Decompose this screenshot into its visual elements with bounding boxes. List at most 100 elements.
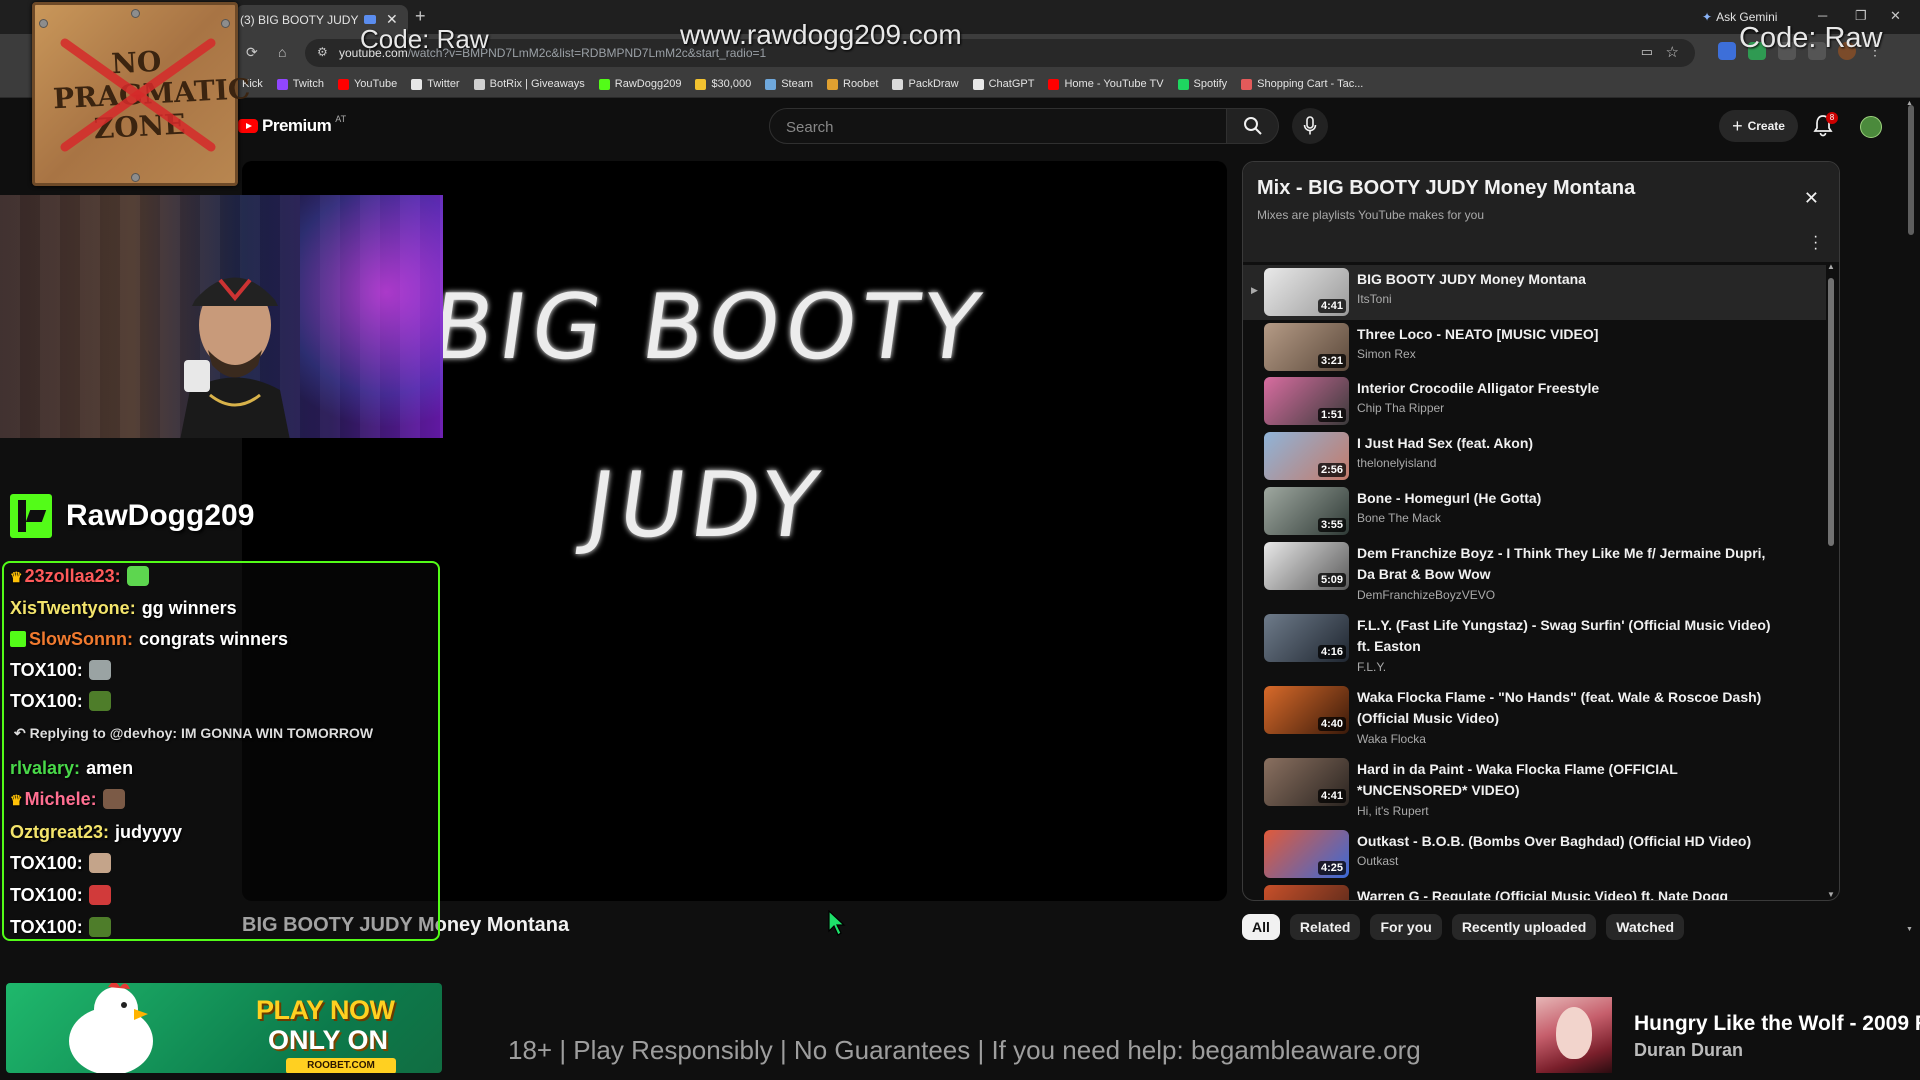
playlist-scroll-up-icon[interactable]: ▲ bbox=[1827, 262, 1835, 271]
bookmark-star-icon[interactable]: ☆ bbox=[1666, 43, 1679, 61]
playlist-item-channel[interactable]: Hi, it's Rupert bbox=[1357, 804, 1429, 818]
playlist-scroll-down-icon[interactable]: ▼ bbox=[1827, 890, 1835, 899]
bookmark-label: RawDogg209 bbox=[614, 78, 682, 90]
playlist-item-channel[interactable]: Outkast bbox=[1357, 854, 1398, 868]
playlist-item-title[interactable]: F.L.Y. (Fast Life Yungstaz) - Swag Surfi… bbox=[1357, 615, 1787, 657]
playlist-item-channel[interactable]: Simon Rex bbox=[1357, 347, 1416, 361]
reload-icon[interactable]: ⟳ bbox=[246, 44, 258, 61]
playlist-item-thumbnail[interactable]: 4:25 bbox=[1264, 830, 1349, 878]
playlist-item-thumbnail[interactable]: 4:40 bbox=[1264, 686, 1349, 734]
bookmark-item[interactable]: Shopping Cart - Tac... bbox=[1241, 78, 1363, 90]
playlist-more-icon[interactable]: · · · bbox=[1813, 229, 1818, 257]
playlist-item-thumbnail[interactable]: 3:55 bbox=[1264, 487, 1349, 535]
playlist-item-thumbnail[interactable]: 4:16 bbox=[1264, 614, 1349, 662]
playlist-item[interactable]: ▶ 4:41 BIG BOOTY JUDY Money Montana ItsToni bbox=[1243, 265, 1826, 320]
bookmark-item[interactable]: Home - YouTube TV bbox=[1048, 78, 1164, 90]
playlist-item-title[interactable]: Waka Flocka Flame - "No Hands" (feat. Wa… bbox=[1357, 687, 1787, 729]
close-playlist-icon[interactable]: ✕ bbox=[1804, 188, 1819, 209]
playlist-item-channel[interactable]: DemFranchizeBoyzVEVO bbox=[1357, 588, 1495, 602]
bookmark-label: $30,000 bbox=[711, 78, 752, 90]
playlist-item[interactable]: 3:21 Three Loco - NEATO [MUSIC VIDEO] Simo… bbox=[1243, 320, 1826, 375]
site-info-icon[interactable]: ⚙ bbox=[317, 45, 328, 59]
bookmark-item[interactable]: $30,000 bbox=[695, 78, 751, 90]
playlist-item-title[interactable]: BIG BOOTY JUDY Money Montana bbox=[1357, 269, 1787, 290]
playlist-title[interactable]: Mix - BIG BOOTY JUDY Money Montana bbox=[1257, 177, 1635, 200]
playlist-item-thumbnail[interactable]: 4:41 bbox=[1264, 758, 1349, 806]
playlist-item-thumbnail[interactable]: 3:21 bbox=[1264, 323, 1349, 371]
playlist-item-channel[interactable]: Chip Tha Ripper bbox=[1357, 401, 1444, 415]
youtube-logo[interactable]: Premium AT bbox=[238, 114, 346, 136]
address-bar[interactable]: ⚙ youtube.com/watch?v=BMPND7LmM2c&list=R… bbox=[305, 39, 1695, 67]
bookmark-item[interactable]: Roobet bbox=[827, 78, 878, 90]
playlist-item-thumbnail[interactable]: 1:51 bbox=[1264, 377, 1349, 425]
playlist-item-thumbnail[interactable]: 2:56 bbox=[1264, 432, 1349, 480]
bookmark-item[interactable]: ChatGPT bbox=[972, 78, 1034, 90]
chat-username: TOX100: bbox=[10, 917, 83, 937]
playlist-item[interactable]: 1:51 Interior Crocodile Alligator Freesty… bbox=[1243, 374, 1826, 429]
bookmark-item[interactable]: RawDogg209 bbox=[598, 78, 682, 90]
playlist-item[interactable]: 5:09 Dem Franchize Boyz - I Think They Li… bbox=[1243, 539, 1826, 611]
bookmark-label: YouTube bbox=[353, 78, 398, 90]
now-playing-artist: Duran Duran bbox=[1634, 1040, 1744, 1060]
bookmark-label: Shopping Cart - Tac... bbox=[1257, 78, 1364, 90]
filter-chip[interactable]: All bbox=[1242, 914, 1280, 940]
playlist-item-title[interactable]: Dem Franchize Boyz - I Think They Like M… bbox=[1357, 543, 1787, 585]
playlist-item-title[interactable]: Outkast - B.O.B. (Bombs Over Baghdad) (O… bbox=[1357, 831, 1787, 852]
search-button[interactable] bbox=[1227, 108, 1279, 144]
playlist-item-channel[interactable]: thelonelyisland bbox=[1357, 456, 1436, 470]
playlist-item[interactable]: 4:25 Outkast - B.O.B. (Bombs Over Baghdad… bbox=[1243, 827, 1826, 882]
video-frame-text-line2: JUDY bbox=[579, 453, 831, 558]
playlist-item-title[interactable]: Interior Crocodile Alligator Freestyle bbox=[1357, 378, 1787, 399]
playlist-item-channel[interactable]: Waka Flocka bbox=[1357, 732, 1426, 746]
close-window-icon[interactable]: ✕ bbox=[1890, 8, 1901, 24]
bookmark-item[interactable]: Steam bbox=[765, 78, 813, 90]
playlist-item-title[interactable]: Three Loco - NEATO [MUSIC VIDEO] bbox=[1357, 324, 1787, 345]
bookmark-item[interactable]: PackDraw bbox=[892, 78, 959, 90]
bookmark-item[interactable]: BotRix | Giveaways bbox=[473, 78, 585, 90]
filter-chip[interactable]: Watched bbox=[1606, 914, 1685, 940]
playlist-item-channel[interactable]: Bone The Mack bbox=[1357, 511, 1441, 525]
playlist-item[interactable]: 3:55 Bone - Homegurl (He Gotta) Bone The M… bbox=[1243, 484, 1826, 539]
page-scroll-down-icon[interactable]: ▼ bbox=[1906, 926, 1913, 933]
voice-search-button[interactable] bbox=[1292, 108, 1328, 144]
playlist-item[interactable]: 4:16 F.L.Y. (Fast Life Yungstaz) - Swag S… bbox=[1243, 611, 1826, 683]
video-duration-badge: 4:41 bbox=[1317, 789, 1346, 803]
chat-message: TOX100: bbox=[10, 917, 111, 938]
filter-chip[interactable]: For you bbox=[1370, 914, 1442, 940]
bookmark-item[interactable]: Twitter bbox=[411, 78, 460, 90]
bookmark-item[interactable]: Twitch bbox=[276, 78, 324, 90]
home-icon[interactable]: ⌂ bbox=[278, 44, 286, 60]
bookmark-item[interactable]: YouTube bbox=[337, 78, 398, 90]
minimize-window-icon[interactable]: ─ bbox=[1818, 8, 1827, 23]
cast-icon[interactable]: ▭ bbox=[1641, 44, 1653, 60]
playlist-item-title[interactable]: Warren G - Regulate (Official Music Vide… bbox=[1357, 886, 1787, 900]
playlist-item-thumbnail[interactable]: 5:09 bbox=[1264, 542, 1349, 590]
playlist-item[interactable]: 4:41 Hard in da Paint - Waka Flocka Flame… bbox=[1243, 755, 1826, 827]
playlist-scrollbar[interactable] bbox=[1828, 278, 1834, 546]
bookmark-item[interactable]: Spotify bbox=[1177, 78, 1227, 90]
bookmark-favicon-icon bbox=[1048, 78, 1060, 90]
account-avatar[interactable] bbox=[1860, 116, 1882, 138]
playlist-item[interactable]: 2:56 I Just Had Sex (feat. Akon) thelonely… bbox=[1243, 429, 1826, 484]
page-scrollbar[interactable] bbox=[1908, 105, 1914, 235]
playlist-item[interactable]: Warren G - Regulate (Official Music Vide… bbox=[1243, 882, 1826, 900]
create-button[interactable]: + Create bbox=[1719, 110, 1798, 142]
bookmark-favicon-icon bbox=[827, 78, 838, 90]
chat-username: TOX100: bbox=[10, 691, 83, 711]
tab-title: (3) BIG BOOTY JUDY Mone bbox=[240, 12, 360, 27]
playlist-item-thumbnail[interactable] bbox=[1264, 885, 1349, 900]
filter-chip[interactable]: Recently uploaded bbox=[1451, 914, 1597, 940]
playlist-item-title[interactable]: Bone - Homegurl (He Gotta) bbox=[1357, 488, 1787, 509]
video-duration-badge: 1:51 bbox=[1317, 408, 1346, 422]
playlist-item-channel[interactable]: F.L.Y. bbox=[1357, 660, 1386, 674]
playlist-item-title[interactable]: Hard in da Paint - Waka Flocka Flame (OF… bbox=[1357, 759, 1787, 801]
search-input[interactable]: Search bbox=[769, 108, 1227, 144]
extension-icon[interactable] bbox=[1718, 42, 1736, 60]
playlist-item-thumbnail[interactable]: 4:41 bbox=[1264, 268, 1349, 316]
filter-chip[interactable]: Related bbox=[1289, 914, 1361, 940]
playlist-item[interactable]: 4:40 Waka Flocka Flame - "No Hands" (feat… bbox=[1243, 683, 1826, 755]
playlist-items: ▶ 4:41 BIG BOOTY JUDY Money Montana ItsToni… bbox=[1243, 265, 1826, 900]
bookmark-favicon-icon bbox=[1241, 78, 1253, 90]
playlist-item-channel[interactable]: ItsToni bbox=[1357, 292, 1392, 306]
playlist-item-title[interactable]: I Just Had Sex (feat. Akon) bbox=[1357, 433, 1787, 454]
